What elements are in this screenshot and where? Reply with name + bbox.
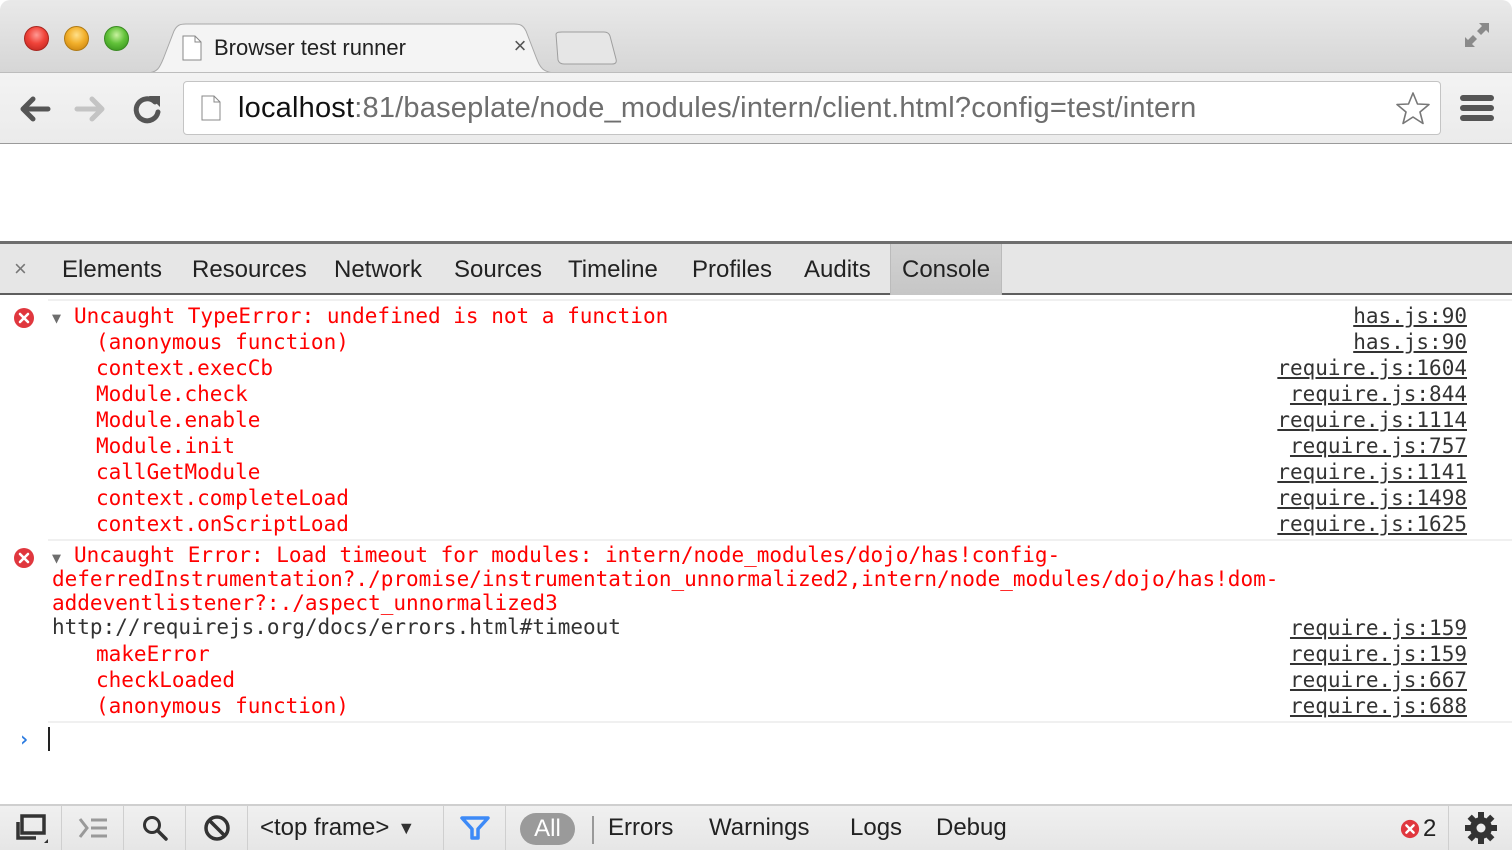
clear-icon (203, 815, 230, 841)
error-icon (1400, 819, 1420, 839)
clear-console-button[interactable] (186, 806, 248, 850)
error-url-line: http://requirejs.org/docs/errors.html#ti… (52, 615, 621, 639)
forward-button[interactable] (72, 91, 108, 127)
devtools-statusbar: <top frame> ▼ All Errors Warnings Logs D… (0, 804, 1512, 850)
filter-debug[interactable]: Debug (936, 814, 1007, 842)
tab-title: Browser test runner (214, 35, 406, 60)
source-link[interactable]: require.js:1604 (1277, 355, 1467, 381)
source-link[interactable]: require.js:159 (1290, 615, 1467, 641)
message-separator (48, 721, 1512, 723)
stack-frame: context.onScriptLoad (96, 512, 349, 536)
tab-resources[interactable]: Resources (190, 244, 309, 295)
search-icon (142, 816, 168, 841)
stack-frame: makeError (96, 642, 210, 666)
devtools-close-icon[interactable]: × (14, 256, 27, 282)
console-prompt-icon: › (18, 727, 31, 751)
browser-tab[interactable]: Browser test runner × (146, 23, 558, 73)
source-link[interactable]: require.js:667 (1290, 667, 1467, 693)
forward-arrow-icon (74, 96, 105, 122)
stack-frame: Module.init (96, 434, 236, 458)
title-bar: Browser test runner × (0, 0, 1512, 73)
bookmark-star-icon[interactable] (1394, 90, 1432, 128)
tab-close-icon[interactable]: × (508, 33, 532, 59)
page-content (0, 144, 1512, 242)
filter-errors[interactable]: Errors (608, 814, 673, 842)
chevron-down-icon: ▼ (397, 817, 416, 838)
error-header-line: addeventlistener?:./aspect_unnormalized3 (52, 591, 558, 615)
stack-frame: context.execCb (96, 356, 274, 380)
error-icon (14, 308, 34, 328)
filter-separator (592, 816, 594, 844)
tab-audits[interactable]: Audits (802, 244, 873, 295)
tab-sources[interactable]: Sources (452, 244, 544, 295)
frame-select[interactable]: <top frame> ▼ (248, 806, 444, 850)
zoom-window-button[interactable] (104, 26, 129, 51)
devtools-tabbar: × Elements Resources Network Sources Tim… (0, 244, 1512, 295)
source-link[interactable]: require.js:1498 (1277, 485, 1467, 511)
console-input[interactable] (48, 727, 50, 751)
dock-icon (15, 814, 48, 843)
stack-frame: (anonymous function) (96, 694, 349, 718)
tab-timeline[interactable]: Timeline (566, 244, 660, 295)
url-text[interactable]: localhost:81/baseplate/node_modules/inte… (238, 92, 1197, 125)
browser-toolbar: localhost:81/baseplate/node_modules/inte… (0, 72, 1512, 144)
error-header: Uncaught TypeError: undefined is not a f… (74, 304, 669, 328)
error-header-line: Uncaught Error: Load timeout for modules… (74, 543, 1061, 567)
stack-frame: Module.enable (96, 408, 261, 432)
show-drawer-button[interactable] (62, 806, 124, 850)
disclosure-triangle-icon[interactable]: ▼ (52, 309, 61, 327)
search-button[interactable] (124, 806, 186, 850)
console-drawer-icon (78, 818, 107, 838)
source-link[interactable]: has.js:90 (1353, 303, 1467, 329)
close-window-button[interactable] (24, 26, 49, 51)
stack-frame: (anonymous function) (96, 330, 349, 354)
gear-icon (1464, 812, 1497, 844)
disclosure-triangle-icon[interactable]: ▼ (52, 549, 61, 567)
source-link[interactable]: require.js:1141 (1277, 459, 1467, 485)
url-path: :81/baseplate/node_modules/intern/client… (354, 92, 1197, 124)
tab-network[interactable]: Network (332, 244, 424, 295)
filter-all[interactable]: All (520, 813, 575, 845)
tab-console[interactable]: Console (890, 244, 1003, 295)
page-icon (182, 35, 202, 61)
tab-elements[interactable]: Elements (60, 244, 164, 295)
filter-button[interactable] (444, 806, 506, 850)
tab-profiles[interactable]: Profiles (690, 244, 774, 295)
error-icon (14, 548, 34, 568)
message-separator (48, 299, 1512, 301)
source-link[interactable]: require.js:688 (1290, 693, 1467, 719)
filter-warnings[interactable]: Warnings (709, 814, 809, 842)
page-icon (201, 95, 221, 121)
source-link[interactable]: require.js:844 (1290, 381, 1467, 407)
source-link[interactable]: require.js:1625 (1277, 511, 1467, 537)
reload-button[interactable] (129, 91, 165, 127)
filter-logs[interactable]: Logs (850, 814, 902, 842)
error-count-badge[interactable]: 2 (1400, 815, 1436, 843)
source-link[interactable]: require.js:1114 (1277, 407, 1467, 433)
source-link[interactable]: has.js:90 (1353, 329, 1467, 355)
new-tab-button[interactable] (550, 31, 620, 65)
address-bar[interactable]: localhost:81/baseplate/node_modules/inte… (183, 81, 1441, 135)
url-host: localhost (238, 92, 355, 124)
stack-frame: callGetModule (96, 460, 261, 484)
frame-select-value: <top frame> (260, 814, 390, 841)
chrome-menu-icon[interactable] (1460, 95, 1494, 125)
reload-icon (133, 96, 161, 124)
fullscreen-icon[interactable] (1462, 20, 1492, 50)
back-button[interactable] (17, 91, 53, 127)
settings-button[interactable] (1448, 806, 1512, 850)
console-panel: ▼ Uncaught TypeError: undefined is not a… (0, 297, 1512, 804)
dock-toggle-button[interactable] (0, 806, 62, 850)
error-header-line: deferredInstrumentation?./promise/instru… (52, 567, 1279, 591)
minimize-window-button[interactable] (64, 26, 89, 51)
filter-icon (459, 816, 490, 840)
stack-frame: Module.check (96, 382, 248, 406)
back-arrow-icon (20, 96, 51, 122)
message-separator (48, 539, 1512, 541)
stack-frame: context.completeLoad (96, 486, 349, 510)
source-link[interactable]: require.js:159 (1290, 641, 1467, 667)
stack-frame: checkLoaded (96, 668, 236, 692)
error-count: 2 (1423, 815, 1437, 842)
source-link[interactable]: require.js:757 (1290, 433, 1467, 459)
